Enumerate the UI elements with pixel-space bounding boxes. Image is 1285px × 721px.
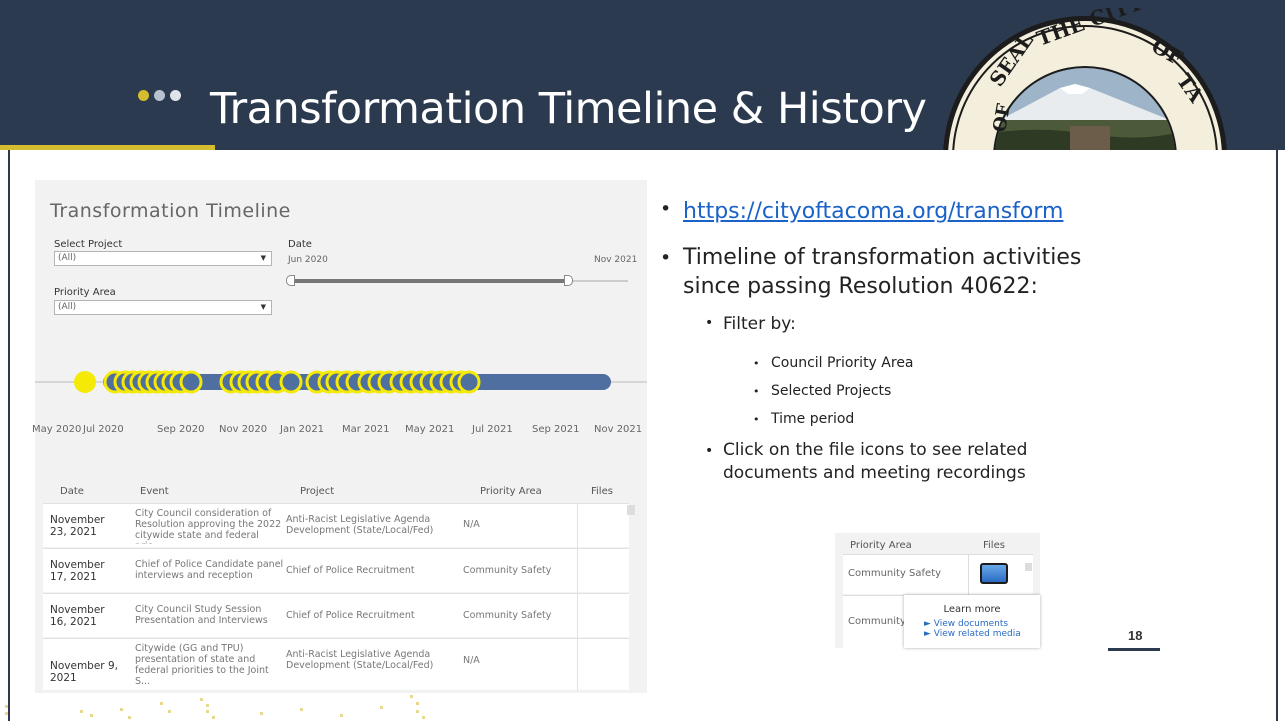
mini-row: Community Safety [843,554,1033,595]
bullet-dot: • [753,413,760,426]
row-date: November 9, 2021 [50,660,118,684]
axis-tick: Nov 2020 [219,424,268,435]
row-priority-area: N/A [463,655,480,666]
tooltip-title: Learn more [943,604,1001,615]
bullet-dot: • [705,315,714,331]
mini-scrollbar [1025,563,1032,571]
chevron-down-icon: ▼ [260,254,266,262]
axis-tick: Jan 2021 [280,424,325,435]
project-filter-select[interactable]: (All) ▼ [54,251,272,266]
row-project: Anti-Racist Legislative Agenda Developme… [286,649,434,671]
axis-tick: May 2020 [32,424,82,435]
project-filter-label: Select Project [54,239,123,250]
timeline-chart[interactable] [35,352,647,412]
timeline-event-marker[interactable] [457,370,481,394]
timeline-description-line2: since passing Resolution 40622: [683,274,1038,299]
priority-filter-select[interactable]: (All) ▼ [54,300,272,315]
row-date: November 17, 2021 [50,559,105,583]
axis-tick: Jul 2020 [83,424,124,435]
column-header-date: Date [60,486,84,497]
click-instructions-line2: documents and meeting recordings [723,463,1026,483]
axis-tick: May 2021 [405,424,455,435]
chevron-down-icon: ▼ [260,303,266,311]
axis-tick: Mar 2021 [342,424,390,435]
mini-row-area: Community Safety [848,568,942,579]
priority-filter-label: Priority Area [54,287,116,298]
title-dots-icon [138,90,181,101]
axis-tick: Jul 2021 [472,424,513,435]
filter-by-label: Filter by: [723,314,796,334]
row-files-cell[interactable] [577,549,629,593]
dashboard-title: Transformation Timeline [50,200,291,222]
date-start-label: Jun 2020 [288,255,328,265]
bullet-dot: • [705,443,714,459]
row-priority-area: Community Safety [463,565,552,576]
row-project: Chief of Police Recruitment [286,565,415,576]
column-header-priority: Priority Area [480,486,542,497]
row-project: Chief of Police Recruitment [286,610,415,621]
filter-item: Selected Projects [771,383,892,399]
column-header-project: Project [300,486,335,497]
files-popup-example: Priority Area Files Community Safety Com… [835,533,1040,648]
date-slider-end-handle[interactable] [564,275,573,286]
bullet-dot: • [753,357,760,370]
row-files-cell[interactable] [577,504,629,548]
row-event: City Council Study Session Presentation … [135,604,268,626]
title-accent-bar [0,145,215,150]
row-date: November 23, 2021 [50,514,105,538]
row-priority-area: Community Safety [463,610,552,621]
slide-title: Transformation Timeline & History [210,84,927,134]
row-files-cell[interactable] [577,639,629,691]
transform-link[interactable]: https://cityoftacoma.org/transform [683,199,1063,224]
timeline-dashboard: Transformation Timeline Select Project (… [32,180,647,693]
project-filter-value: (All) [58,253,77,263]
timeline-event-marker[interactable] [179,370,203,394]
date-end-label: Nov 2021 [594,255,638,265]
date-slider-range [288,279,566,283]
timeline-event-marker[interactable] [74,371,96,393]
table-row[interactable]: November 23, 2021 City Council considera… [43,503,629,548]
bullet-dot: • [660,198,672,220]
mini-row-area: Community [848,616,906,627]
row-project: Anti-Racist Legislative Agenda Developme… [286,514,434,536]
timeline-description-line1: Timeline of transformation activities [683,245,1082,270]
mini-header-files: Files [983,540,1005,551]
axis-tick: Sep 2020 [157,424,205,435]
page-number: 18 [1128,628,1143,643]
filter-item: Council Priority Area [771,355,914,371]
priority-filter-value: (All) [58,302,77,312]
table-row[interactable]: November 9, 2021 Citywide (GG and TPU) p… [43,638,629,691]
bullet-dot: • [753,385,760,398]
view-documents-link[interactable]: ► View documents [924,619,1008,629]
table-row[interactable]: November 17, 2021 Chief of Police Candid… [43,548,629,593]
table-row[interactable]: November 16, 2021 City Council Study Ses… [43,593,629,638]
table-scrollbar[interactable] [627,505,635,515]
learn-more-tooltip: Learn more ► View documents ► View relat… [904,595,1040,648]
bullet-dot: • [660,247,672,269]
city-seal-logo: SEAL THE CITY OF TA OF [940,8,1280,150]
row-event: Citywide (GG and TPU) presentation of st… [135,643,269,687]
row-files-cell[interactable] [577,594,629,638]
row-date: November 16, 2021 [50,604,105,628]
axis-tick: Sep 2021 [532,424,580,435]
decorative-dots-pattern [5,695,425,719]
filter-item: Time period [771,411,855,427]
view-media-link[interactable]: ► View related media [924,629,1021,639]
page-number-underline [1108,648,1160,651]
column-header-files: Files [591,486,613,497]
row-event: Chief of Police Candidate panel intervie… [135,559,284,581]
file-icon[interactable] [980,563,1008,584]
click-instructions-line1: Click on the file icons to see related [723,440,1028,460]
mini-header-priority: Priority Area [850,540,912,551]
row-priority-area: N/A [463,519,480,530]
mini-files-cell[interactable] [968,555,1020,595]
column-header-event: Event [140,486,169,497]
timeline-event-marker[interactable] [279,370,303,394]
axis-tick: Nov 2021 [594,424,643,435]
date-slider-start-handle[interactable] [286,275,295,286]
date-filter-label: Date [288,239,312,250]
row-event: City Council consideration of Resolution… [135,508,282,544]
